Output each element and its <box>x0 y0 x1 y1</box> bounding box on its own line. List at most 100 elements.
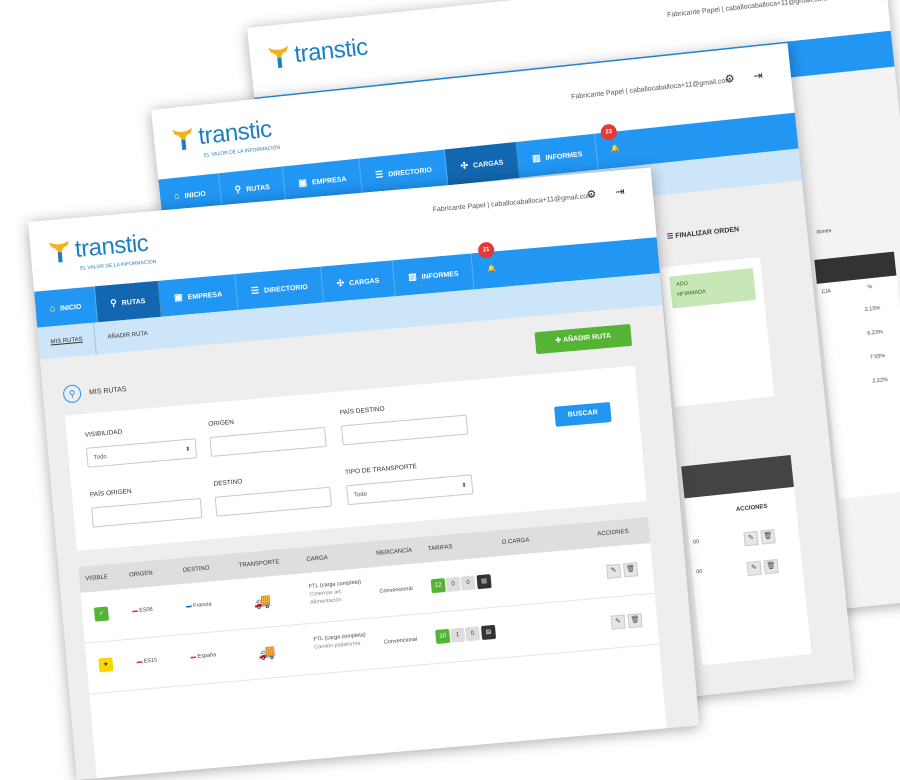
tipo-transporte-select[interactable]: Todo ⬍ <box>346 474 474 506</box>
trash-icon[interactable]: 🗑 <box>627 613 643 629</box>
briefcase-icon: ▣ <box>297 177 308 188</box>
finalizar-label: FINALIZAR ORDEN <box>674 226 740 240</box>
nav-label: EMPRESA <box>311 175 347 187</box>
edit-icon[interactable]: ✎ <box>746 560 762 577</box>
back-pct: 6.23% <box>867 329 884 337</box>
middle-val: 00 <box>696 568 703 576</box>
back-ordenes-text: dones <box>816 228 832 236</box>
pais-origen-label: PAÍS ORIGEN <box>89 488 132 499</box>
chevron-updown-icon: ⬍ <box>461 482 467 490</box>
logo-mark-icon <box>48 237 72 265</box>
cargas-icon: ✣ <box>460 160 469 171</box>
calendar-icon[interactable]: ▤ <box>480 624 497 641</box>
calendar-icon[interactable]: ▤ <box>476 574 492 590</box>
trash-icon[interactable]: 🗑 <box>760 529 776 545</box>
row-destino: España <box>197 652 217 660</box>
col-ocarga: O.CARGA <box>501 537 530 546</box>
status-box: ADO NFIRMADA <box>669 267 757 309</box>
subnav-mis-rutas[interactable]: MIS RUTAS <box>37 322 98 360</box>
edit-icon[interactable]: ✎ <box>610 614 626 630</box>
logo: transtic <box>267 34 369 72</box>
buscar-button[interactable]: BUSCAR <box>554 401 612 427</box>
tarifa-badge: 1 <box>450 627 466 643</box>
nav-label: RUTAS <box>121 298 146 308</box>
status-line: ADO <box>675 280 689 289</box>
visible-toggle-icon[interactable]: ✓ <box>93 606 110 622</box>
col-tarifas: TARIFAS <box>427 544 453 553</box>
list-icon: ☰ <box>250 285 260 296</box>
pais-destino-field[interactable] <box>340 414 469 446</box>
bell-icon[interactable]: 🔔 <box>472 250 512 289</box>
nav-inicio[interactable]: ⌂ INICIO <box>34 286 98 328</box>
destino-label: DESTINO <box>213 478 243 488</box>
origen-field[interactable] <box>209 426 327 457</box>
nav-label: DIRECTORIO <box>263 283 309 295</box>
logo-text: transtic <box>73 229 150 263</box>
row-origen: ES15 <box>143 657 158 665</box>
add-route-label: AÑADIR RUTA <box>562 332 612 344</box>
user-email: Fabricante Papel | caballocaballoca+11@g… <box>432 192 594 214</box>
finalizar-orden[interactable]: ☰ FINALIZAR ORDEN <box>667 225 740 241</box>
user-email: Fabricante Papel | caballocaballoca+11@g… <box>666 0 828 19</box>
destino-field[interactable] <box>214 486 332 517</box>
flag-es-icon: ▬ ES15 <box>136 657 158 666</box>
briefcase-icon: ▣ <box>173 291 184 303</box>
logo-text: transtic <box>197 115 273 151</box>
acciones-header: ACCIONES <box>735 503 768 514</box>
col-visible[interactable]: VISIBLE <box>85 574 108 582</box>
truck-icon: 🚚 <box>257 643 277 661</box>
filter-card: VISIBILIDAD Todo ⬍ ORIGEN PAÍS DESTINO BU… <box>65 365 647 551</box>
logo: transtic EL VALOR DE LA INFORMACIÓN <box>171 115 280 159</box>
tarifa-badge: 0 <box>445 576 461 592</box>
back-pct: 2.22% <box>872 376 889 385</box>
logo-text: transtic <box>293 33 369 69</box>
add-route-button[interactable]: ✚ AÑADIR RUTA <box>534 323 633 355</box>
user-email: Fabricante Papel | caballocaballoca+11@g… <box>570 77 732 101</box>
col-transporte[interactable]: TRANSPORTE <box>239 559 280 569</box>
chart-icon: ▥ <box>407 271 418 283</box>
tarifa-badge: 0 <box>460 575 476 591</box>
visibilidad-label: VISIBILIDAD <box>84 428 123 439</box>
back-col-pct: % <box>867 284 873 291</box>
gear-icon[interactable]: ⚙ ⇥ <box>724 68 771 86</box>
row-carga: FTL (carga completa) Camión plataforma <box>313 631 367 652</box>
visibilidad-select[interactable]: Todo ⬍ <box>85 438 198 468</box>
front-content: ⚲ MIS RUTAS ✚ AÑADIR RUTA VISIBILIDAD To… <box>40 305 700 780</box>
edit-icon[interactable]: ✎ <box>743 530 759 547</box>
tarifa-badge: 0 <box>465 626 481 642</box>
logo-mark-icon <box>171 125 196 153</box>
row-mercancia: Convencional <box>383 636 418 646</box>
tarifa-badge: 10 <box>435 628 451 645</box>
origen-label: ORIGEN <box>208 418 235 429</box>
gear-icon[interactable]: ⚙ ⇥ <box>586 184 633 201</box>
edit-icon[interactable]: ✎ <box>606 563 622 579</box>
trash-icon[interactable]: 🗑 <box>763 558 779 575</box>
nav-label: INICIO <box>59 303 82 313</box>
row-carga: FTL (carga completa) Cisternas art. Alim… <box>309 578 363 606</box>
pais-origen-field[interactable] <box>91 497 203 528</box>
route-pin-icon: ⚲ <box>62 384 82 404</box>
back-pct: 7.55% <box>869 353 886 361</box>
pin-icon: ⚲ <box>234 184 242 195</box>
col-origen[interactable]: ORIGEN <box>129 570 153 578</box>
nav-rutas[interactable]: ⚲ RUTAS <box>94 280 162 323</box>
routes-table: VISIBLE ORIGEN DESTINO TRANSPORTE CARGA … <box>78 517 668 780</box>
flag-fr-icon: ▬ Francia <box>185 601 212 610</box>
truck-icon: 🚚 <box>253 592 273 610</box>
middle-status-card: ADO NFIRMADA <box>660 257 775 407</box>
cargas-icon: ✣ <box>336 277 345 289</box>
gear-icon[interactable]: ⚙ ⇥ <box>820 0 867 4</box>
star-icon[interactable]: ★ <box>98 657 114 673</box>
col-destino[interactable]: DESTINO <box>183 566 210 574</box>
trash-icon[interactable]: 🗑 <box>623 562 639 578</box>
nav-label: DIRECTORIO <box>387 166 433 179</box>
nav-label: INFORMES <box>421 270 459 281</box>
flag-es-icon: ▬ España <box>190 652 217 661</box>
nav-label: CARGAS <box>348 277 380 288</box>
list-icon: ☰ <box>374 169 384 180</box>
nav-label: INFORMES <box>545 151 583 162</box>
tipo-transporte-label: TIPO DE TRANSPORTE <box>344 463 418 477</box>
nav-label: EMPRESA <box>187 291 223 302</box>
back-col-cia: CIA <box>821 288 832 296</box>
pin-icon: ⚲ <box>109 297 118 309</box>
